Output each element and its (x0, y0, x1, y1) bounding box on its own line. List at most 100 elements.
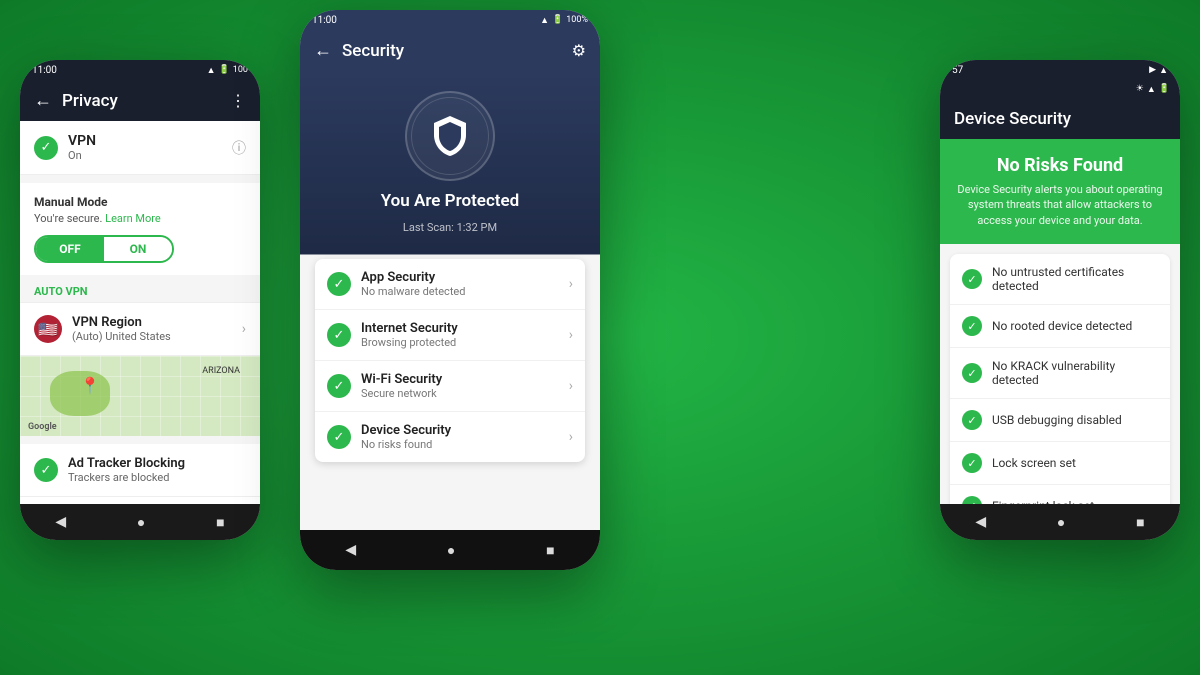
wifi-security-check-icon: ✓ (327, 374, 351, 398)
left-status-bar: 11:00 ▲ 🔋 100 (20, 60, 260, 80)
left-privacy-content: ✓ VPN On ⓘ Manual Mode You're secure. Le… (20, 121, 260, 504)
right-brightness-icon: ☀ (1136, 84, 1144, 95)
risk-check-0: ✓ (962, 269, 982, 289)
device-security-check-icon: ✓ (327, 425, 351, 449)
device-security-chevron: › (569, 429, 573, 445)
block-ad-trackers-item[interactable]: Block Ad Trackers (20, 496, 260, 504)
internet-security-item[interactable]: ✓ Internet Security Browsing protected › (315, 310, 585, 361)
vpn-title: VPN (68, 133, 222, 149)
risk-label-1: No rooted device detected (992, 319, 1132, 333)
center-recents-nav-btn[interactable]: ■ (546, 542, 554, 559)
vpn-check-icon: ✓ (34, 136, 58, 160)
app-security-item[interactable]: ✓ App Security No malware detected › (315, 259, 585, 310)
device-security-subtitle: No risks found (361, 438, 559, 451)
risk-item-3: ✓ USB debugging disabled (950, 399, 1170, 442)
risk-check-5: ✓ (962, 496, 982, 504)
right-status-icons: ▶ ▲ (1149, 65, 1168, 76)
right-signal-icon: ▲ (1159, 65, 1168, 76)
app-security-chevron: › (569, 276, 573, 292)
right-header-icons: ☀ ▲ 🔋 (1136, 84, 1170, 95)
vpn-region-item[interactable]: 🇺🇸 VPN Region (Auto) United States › (20, 302, 260, 356)
shield-circle (405, 91, 495, 181)
risk-label-0: No untrusted certificates detected (992, 265, 1158, 293)
left-back-nav-btn[interactable]: ◀ (55, 514, 66, 530)
vpn-info-icon[interactable]: ⓘ (232, 138, 246, 158)
left-header-settings-icon[interactable]: ⋮ (230, 91, 246, 110)
device-security-title: Device Security (361, 423, 559, 438)
right-back-nav-btn[interactable]: ◀ (975, 514, 986, 530)
right-recents-nav-btn[interactable]: ■ (1136, 514, 1144, 531)
risk-item-1: ✓ No rooted device detected (950, 305, 1170, 348)
risk-check-3: ✓ (962, 410, 982, 430)
vpn-toggle[interactable]: OFF ON (34, 235, 174, 263)
vpn-subtitle: On (68, 149, 222, 162)
internet-security-text: Internet Security Browsing protected (361, 321, 559, 349)
risk-check-4: ✓ (962, 453, 982, 473)
left-home-nav-btn[interactable]: ● (137, 514, 145, 531)
wifi-icon: ▲ (207, 65, 216, 76)
right-phone: 57 ▶ ▲ ☀ ▲ 🔋 Device Security No Risks Fo… (940, 60, 1180, 540)
device-security-text: Device Security No risks found (361, 423, 559, 451)
learn-more-link[interactable]: Learn More (105, 212, 161, 225)
manual-mode-subtitle: You're secure. Learn More (34, 212, 246, 225)
center-back-nav-btn[interactable]: ◀ (345, 542, 356, 558)
center-battery-icon: 🔋 (552, 15, 563, 25)
left-phone: 11:00 ▲ 🔋 100 ← Privacy ⋮ ✓ VPN On ⓘ Man… (20, 60, 260, 540)
internet-security-title: Internet Security (361, 321, 559, 336)
left-back-button[interactable]: ← (34, 90, 52, 111)
center-wifi-icon: ▲ (540, 15, 549, 26)
left-notch (117, 66, 147, 74)
no-risks-banner: No Risks Found Device Security alerts yo… (940, 139, 1180, 244)
left-recents-nav-btn[interactable]: ■ (216, 514, 224, 531)
wifi-security-chevron: › (569, 378, 573, 394)
right-time: 57 (952, 65, 963, 76)
left-header-title: Privacy (62, 91, 220, 111)
right-battery-icon2: 🔋 (1159, 84, 1170, 95)
right-wifi-icon2: ▲ (1147, 84, 1156, 95)
vpn-item-text: VPN On (68, 133, 222, 162)
wifi-security-subtitle: Secure network (361, 387, 559, 400)
vpn-region-text: VPN Region (Auto) United States (72, 315, 232, 343)
risk-label-4: Lock screen set (992, 456, 1076, 470)
left-time: 11:00 (32, 65, 57, 76)
us-flag-icon: 🇺🇸 (34, 315, 62, 343)
internet-security-chevron: › (569, 327, 573, 343)
vpn-region-subtitle: (Auto) United States (72, 330, 232, 343)
google-label: Google (28, 422, 57, 432)
manual-mode-section: Manual Mode You're secure. Learn More OF… (20, 183, 260, 275)
protected-text: You Are Protected (381, 191, 520, 211)
vpn-region-title: VPN Region (72, 315, 232, 330)
risk-check-1: ✓ (962, 316, 982, 336)
right-status-bar: 57 ▶ ▲ (940, 60, 1180, 80)
center-settings-icon[interactable]: ⚙ (572, 41, 586, 60)
ad-tracker-item[interactable]: ✓ Ad Tracker Blocking Trackers are block… (20, 444, 260, 496)
center-header-title: Security (342, 41, 562, 61)
center-time: 11:00 (312, 15, 337, 26)
toggle-on-option[interactable]: ON (104, 237, 172, 261)
left-nav-bar: ◀ ● ■ (20, 504, 260, 540)
center-home-nav-btn[interactable]: ● (447, 542, 455, 559)
device-security-item[interactable]: ✓ Device Security No risks found › (315, 412, 585, 462)
vpn-item[interactable]: ✓ VPN On ⓘ (20, 121, 260, 175)
center-back-button[interactable]: ← (314, 40, 332, 61)
left-status-icons: ▲ 🔋 100 (207, 65, 248, 76)
wifi-security-title: Wi-Fi Security (361, 372, 559, 387)
app-security-text: App Security No malware detected (361, 270, 559, 298)
right-nav-bar: ◀ ● ■ (940, 504, 1180, 540)
wifi-security-item[interactable]: ✓ Wi-Fi Security Secure network › (315, 361, 585, 412)
manual-mode-title: Manual Mode (34, 195, 246, 209)
security-list: ✓ App Security No malware detected › ✓ I… (315, 259, 585, 462)
right-notch-bar (1036, 86, 1066, 94)
ad-tracker-check-icon: ✓ (34, 458, 58, 482)
toggle-off-option[interactable]: OFF (36, 237, 104, 261)
left-app-header: ← Privacy ⋮ (20, 80, 260, 121)
risk-label-2: No KRACK vulnerability detected (992, 359, 1158, 387)
right-play-icon: ▶ (1149, 65, 1156, 75)
ad-tracker-title: Ad Tracker Blocking (68, 456, 185, 471)
right-app-header: Device Security (940, 99, 1180, 139)
right-home-nav-btn[interactable]: ● (1057, 514, 1065, 531)
shield-icon (430, 114, 470, 158)
arizona-label: ARIZONA (202, 366, 240, 376)
battery-pct: 100 (233, 65, 248, 75)
risk-label-3: USB debugging disabled (992, 413, 1122, 427)
